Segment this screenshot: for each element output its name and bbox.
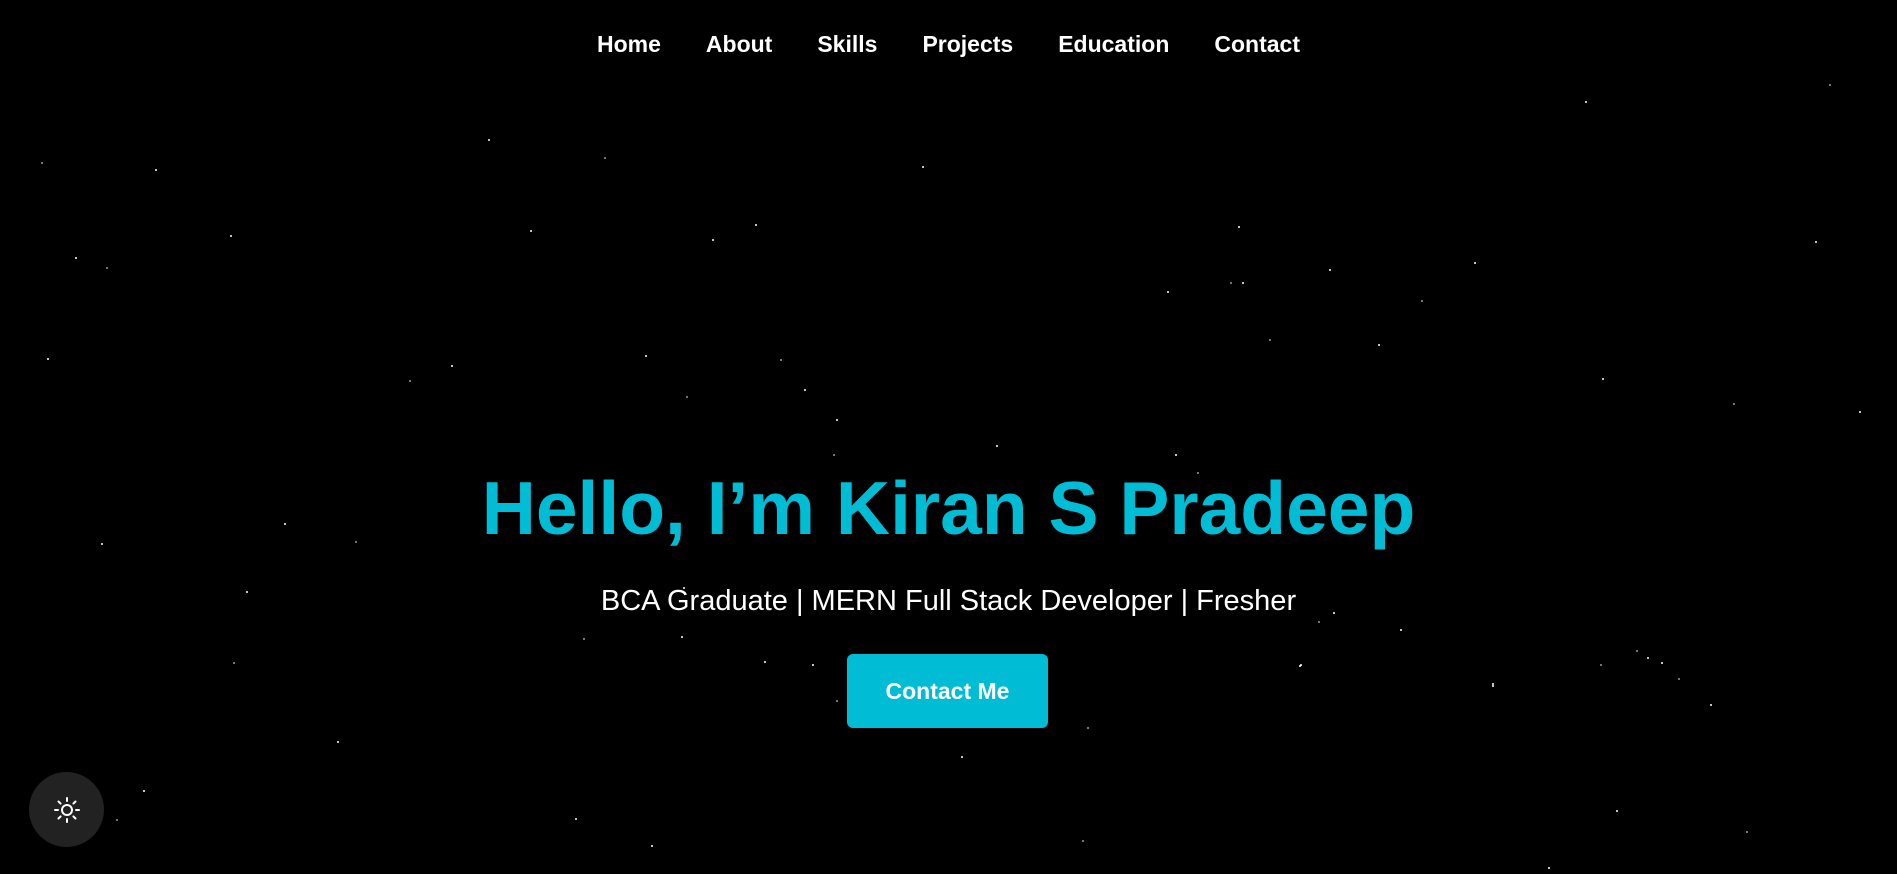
sun-icon xyxy=(53,796,80,823)
star xyxy=(1242,282,1244,284)
star xyxy=(41,162,43,164)
star xyxy=(961,756,963,758)
star xyxy=(1661,662,1663,664)
star xyxy=(1300,664,1302,666)
nav-item-education[interactable]: Education xyxy=(1058,24,1169,64)
star xyxy=(804,389,806,391)
star xyxy=(1230,282,1232,284)
star xyxy=(764,661,766,663)
star xyxy=(1299,665,1301,667)
star xyxy=(1733,403,1735,405)
star xyxy=(681,636,683,638)
star xyxy=(1318,621,1320,623)
theme-toggle-button[interactable] xyxy=(29,772,104,847)
star xyxy=(812,664,814,666)
star xyxy=(1474,262,1476,264)
star xyxy=(1167,291,1169,293)
star xyxy=(1600,664,1602,666)
star xyxy=(1087,727,1089,729)
star xyxy=(996,445,998,447)
star xyxy=(530,230,532,232)
star xyxy=(106,267,108,269)
hero-title: Hello, I’m Kiran S Pradeep xyxy=(481,466,1416,550)
page: Home About Skills Projects Education Con… xyxy=(0,0,1897,874)
star xyxy=(230,235,232,237)
star xyxy=(1492,685,1494,687)
star xyxy=(1602,378,1604,380)
star xyxy=(1548,867,1550,869)
star xyxy=(47,358,49,360)
star xyxy=(1710,704,1712,706)
star xyxy=(337,741,339,743)
star xyxy=(836,700,838,702)
star xyxy=(1636,650,1638,652)
star xyxy=(583,638,585,640)
nav-item-projects[interactable]: Projects xyxy=(922,24,1013,64)
star xyxy=(1859,411,1861,413)
star xyxy=(1329,269,1331,271)
hero-subtitle: BCA Graduate | MERN Full Stack Developer… xyxy=(600,585,1297,617)
star xyxy=(1378,344,1380,346)
star xyxy=(1829,84,1831,86)
star xyxy=(1815,241,1817,243)
star xyxy=(755,224,757,226)
star xyxy=(75,257,77,259)
star xyxy=(686,396,688,398)
star xyxy=(1616,810,1618,812)
star xyxy=(645,355,647,357)
star xyxy=(1678,678,1680,680)
star xyxy=(116,819,118,821)
nav-item-contact[interactable]: Contact xyxy=(1214,24,1300,64)
nav-item-home[interactable]: Home xyxy=(597,24,661,64)
star xyxy=(1238,226,1240,228)
star xyxy=(1400,629,1402,631)
top-nav: Home About Skills Projects Education Con… xyxy=(0,24,1897,64)
star xyxy=(575,818,577,820)
star xyxy=(1269,339,1271,341)
star xyxy=(1421,300,1423,302)
hero-section: Hello, I’m Kiran S Pradeep BCA Graduate … xyxy=(0,462,1897,620)
star xyxy=(155,169,157,171)
star xyxy=(488,139,490,141)
star xyxy=(1585,101,1587,103)
star xyxy=(833,454,835,456)
star xyxy=(922,166,924,168)
star xyxy=(143,790,145,792)
star xyxy=(836,419,838,421)
star xyxy=(604,157,606,159)
nav-item-about[interactable]: About xyxy=(706,24,772,64)
nav-item-skills[interactable]: Skills xyxy=(817,24,877,64)
star xyxy=(409,380,411,382)
star xyxy=(780,359,782,361)
star xyxy=(451,365,453,367)
star xyxy=(712,239,714,241)
star xyxy=(233,662,235,664)
star xyxy=(1082,840,1084,842)
star xyxy=(1492,683,1494,685)
star xyxy=(1175,454,1177,456)
star xyxy=(1647,657,1649,659)
contact-me-button[interactable]: Contact Me xyxy=(847,654,1048,728)
star xyxy=(651,845,653,847)
starfield-background xyxy=(0,0,1897,874)
star xyxy=(1746,831,1748,833)
